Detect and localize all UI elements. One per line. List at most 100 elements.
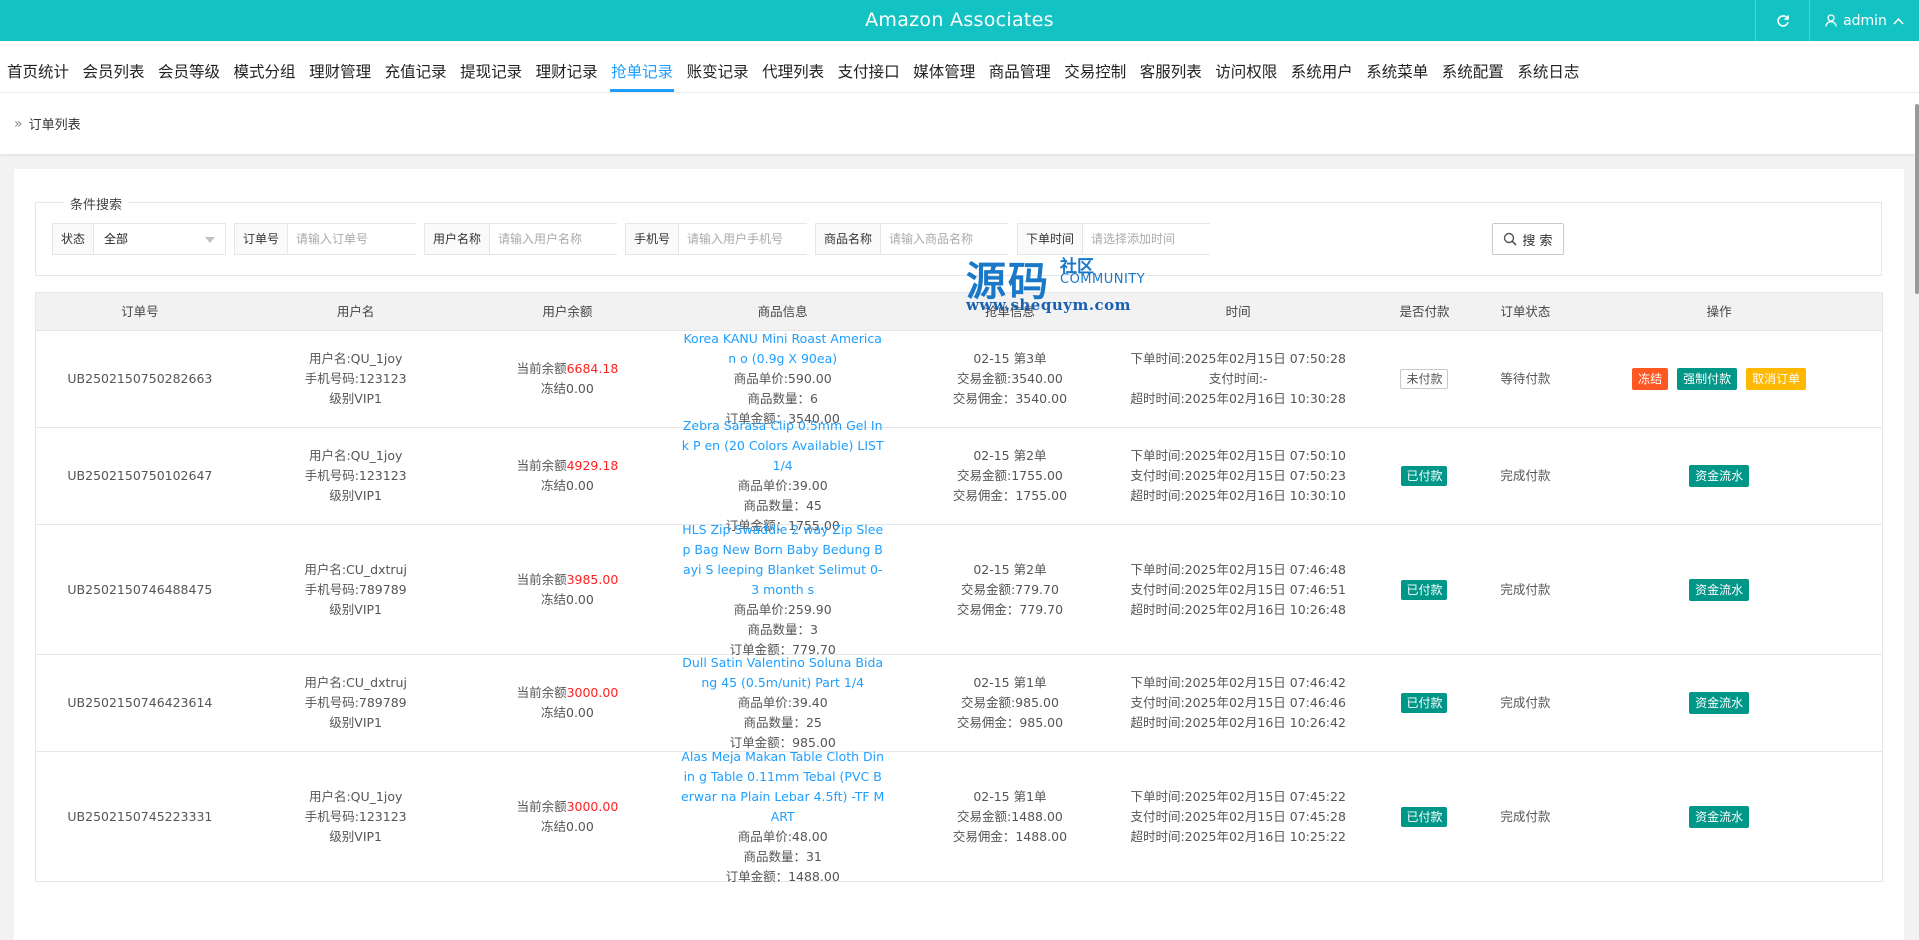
- order-time-input[interactable]: [1083, 224, 1250, 254]
- freeze-button[interactable]: 冻结: [1632, 368, 1669, 390]
- goods-info-line: 商品单价:590.00: [733, 371, 832, 386]
- refresh-button[interactable]: [1755, 0, 1809, 41]
- order-no: UB2502150746488475: [67, 581, 213, 597]
- phone-field: 手机号: [625, 223, 846, 255]
- grab-info-line: 02-15 第1单: [973, 788, 1047, 804]
- ops-cell: 资金流水: [1556, 428, 1882, 524]
- status-cell: 等待付款: [1494, 331, 1556, 427]
- admin-menu-button[interactable]: admin: [1809, 0, 1919, 41]
- fund-flow-button[interactable]: 资金流水: [1689, 465, 1750, 487]
- nav-finance-records[interactable]: 理财记录: [536, 41, 598, 92]
- grab-info-line: 交易金额:985.00: [960, 695, 1059, 710]
- user-info-line: 级别VIP1: [329, 391, 383, 406]
- grab-cell: 02-15 第1单 交易金额:985.00 交易佣金：985.00: [898, 655, 1122, 751]
- nav-mode-group[interactable]: 模式分组: [234, 41, 296, 92]
- nav-system-menu[interactable]: 系统菜单: [1366, 41, 1428, 92]
- search-button[interactable]: 搜 索: [1492, 223, 1564, 255]
- paid-cell: 已付款: [1355, 428, 1495, 524]
- order-no-cell: UB2502150746423614: [36, 655, 244, 751]
- nav-withdraw-records[interactable]: 提现记录: [460, 41, 522, 92]
- goods-cell: HLS Zip Swaddle 2 way Zip Sleep Bag New …: [667, 522, 898, 657]
- goods-cell: Dull Satin Valentino Soluna Bidang 45 (0…: [667, 655, 898, 751]
- time-line: 下单时间:2025年02月15日 07:50:28: [1130, 351, 1346, 366]
- goods-name-link[interactable]: Korea KANU Mini Roast American o (0.9g X…: [680, 329, 885, 369]
- time-line: 超时时间:2025年02月16日 10:25:22: [1130, 828, 1346, 844]
- nav-payment-api[interactable]: 支付接口: [838, 41, 900, 92]
- fund-flow-button[interactable]: 资金流水: [1689, 805, 1750, 828]
- ops-group: 资金流水: [1689, 805, 1750, 828]
- status-select-value[interactable]: 全部: [94, 224, 225, 254]
- user-cell: 用户名:CU_dxtruj 手机号码:789789 级别VIP1: [244, 525, 468, 654]
- balance-line: 当前余额3000.00: [517, 683, 619, 703]
- nav-account-change[interactable]: 账变记录: [687, 41, 749, 92]
- user-info-line: 用户名:QU_1joy: [308, 788, 403, 804]
- fund-flow-button[interactable]: 资金流水: [1689, 578, 1750, 601]
- order-no-cell: UB2502150750282663: [36, 331, 244, 427]
- nav-home-stats[interactable]: 首页统计: [7, 41, 69, 92]
- nav-member-list[interactable]: 会员列表: [83, 41, 145, 92]
- order-time-label: 下单时间: [1018, 224, 1084, 254]
- nav-agent-list[interactable]: 代理列表: [762, 41, 824, 92]
- goods-info-line: 商品数量：3: [747, 621, 818, 637]
- frozen-amount: 冻结0.00: [541, 705, 594, 720]
- grab-info-line: 交易金额:1488.00: [956, 808, 1063, 824]
- header-paid: 是否付款: [1399, 304, 1450, 319]
- goods-info-line: 商品数量：31: [743, 848, 822, 864]
- grab-cell: 02-15 第1单 交易金额:1488.00 交易佣金：1488.00: [898, 752, 1122, 881]
- phone-label: 手机号: [626, 224, 680, 254]
- search-panel: 条件搜索 状态 全部 订单号 用户名称 手机号 商品名称 下单时间: [35, 194, 1882, 276]
- caret-down-icon: [205, 237, 215, 243]
- user-info-line: 用户名:CU_dxtruj: [304, 675, 407, 690]
- goods-name-link[interactable]: Dull Satin Valentino Soluna Bidang 45 (0…: [680, 653, 885, 693]
- nav-system-users[interactable]: 系统用户: [1291, 41, 1353, 92]
- time-cell: 下单时间:2025年02月15日 07:50:28 支付时间:- 超时时间:2025…: [1122, 331, 1355, 427]
- header-goods: 商品信息: [757, 304, 808, 319]
- nav-grab-records[interactable]: 抢单记录: [610, 41, 675, 92]
- nav-media-manage[interactable]: 媒体管理: [913, 41, 975, 92]
- ops-cell: 资金流水: [1556, 525, 1882, 654]
- time-line: 支付时间:2025年02月15日 07:46:46: [1130, 695, 1346, 710]
- table-row: UB2502150746488475 用户名:CU_dxtruj 手机号码:7897…: [35, 522, 1883, 657]
- order-no-cell: UB2502150745223331: [36, 752, 244, 881]
- status-label: 状态: [53, 224, 95, 254]
- status-cell: 完成付款: [1494, 428, 1556, 524]
- user-info-line: 用户名:QU_1joy: [308, 448, 403, 463]
- nav-trade-control[interactable]: 交易控制: [1064, 41, 1126, 92]
- header-order-no: 订单号: [121, 304, 159, 319]
- user-info-line: 手机号码:123123: [304, 468, 407, 483]
- nav-access-rights[interactable]: 访问权限: [1215, 41, 1277, 92]
- goods-name-link[interactable]: Alas Meja Makan Table Cloth Dinin g Tabl…: [680, 747, 885, 827]
- goods-info-line: 商品数量：25: [743, 715, 822, 730]
- nav-system-config[interactable]: 系统配置: [1442, 41, 1504, 92]
- frozen-amount: 冻结0.00: [541, 381, 594, 396]
- nav-goods-manage[interactable]: 商品管理: [989, 41, 1051, 92]
- balance-line: 当前余额3000.00: [517, 797, 619, 817]
- nav-service-list[interactable]: 客服列表: [1140, 41, 1202, 92]
- user-info-line: 级别VIP1: [329, 715, 383, 730]
- status-cell: 完成付款: [1494, 525, 1556, 654]
- user-cell: 用户名:CU_dxtruj 手机号码:789789 级别VIP1: [244, 655, 468, 751]
- nav-recharge-records[interactable]: 充值记录: [385, 41, 447, 92]
- goods-name-link[interactable]: HLS Zip Swaddle 2 way Zip Sleep Bag New …: [680, 520, 885, 600]
- balance-line: 当前余额4929.18: [517, 456, 619, 476]
- breadcrumb-current: 订单列表: [28, 118, 81, 133]
- paid-badge: 已付款: [1401, 693, 1448, 713]
- paid-badge: 已付款: [1401, 466, 1448, 486]
- goods-name-link[interactable]: Zebra Sarasa Clip 0.5mm Gel Ink P en (20…: [680, 416, 885, 476]
- grab-info-line: 02-15 第3单: [973, 351, 1047, 366]
- page-scrollbar[interactable]: [1915, 104, 1919, 294]
- cancel-order-button[interactable]: 取消订单: [1746, 368, 1807, 390]
- nav-finance-manage[interactable]: 理财管理: [309, 41, 371, 92]
- status-select[interactable]: 状态 全部: [52, 223, 226, 255]
- top-bar: Amazon Associates admin: [0, 0, 1919, 41]
- user-info-line: 手机号码:123123: [304, 808, 407, 824]
- order-no-label: 订单号: [235, 224, 289, 254]
- force-pay-button[interactable]: 强制付款: [1677, 368, 1738, 390]
- nav-member-level[interactable]: 会员等级: [158, 41, 220, 92]
- time-line: 支付时间:2025年02月15日 07:50:23: [1130, 468, 1346, 483]
- nav-system-log[interactable]: 系统日志: [1517, 41, 1579, 92]
- fund-flow-button[interactable]: 资金流水: [1689, 692, 1750, 714]
- balance-cell: 当前余额4929.18 冻结0.00: [468, 428, 668, 524]
- order-no-cell: UB2502150746488475: [36, 525, 244, 654]
- double-chevron-right-icon: »: [14, 115, 23, 132]
